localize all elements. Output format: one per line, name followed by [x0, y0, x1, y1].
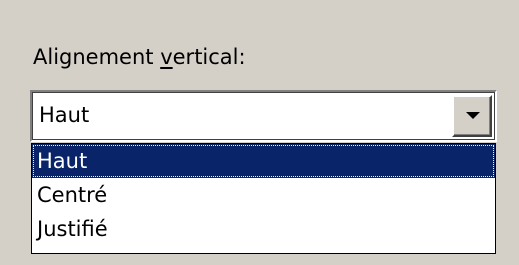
combobox-selected-value: Haut	[39, 103, 90, 127]
label-text-suffix: ertical:	[172, 45, 246, 69]
option-label: Justifié	[37, 217, 108, 241]
option-justifie[interactable]: Justifié	[32, 212, 495, 246]
option-label: Haut	[37, 149, 88, 173]
option-haut[interactable]: Haut	[32, 144, 495, 178]
option-label: Centré	[37, 183, 108, 207]
dropdown-toggle-button[interactable]	[452, 95, 492, 137]
vertical-alignment-label: Alignement vertical:	[33, 44, 246, 70]
chevron-down-icon	[466, 112, 480, 119]
option-centre[interactable]: Centré	[32, 178, 495, 212]
label-mnemonic-letter: v	[160, 45, 173, 69]
vertical-alignment-combobox[interactable]: Haut	[30, 90, 497, 142]
vertical-alignment-dropdown-list: Haut Centré Justifié	[31, 143, 496, 254]
label-text-prefix: Alignement	[33, 45, 161, 69]
